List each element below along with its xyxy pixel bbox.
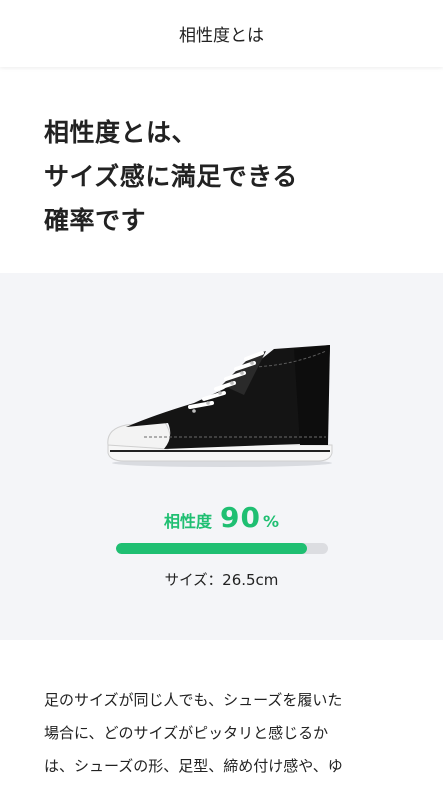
compat-rate: 相性度 90 % (0, 501, 443, 534)
description-text: 足のサイズが同じ人でも、シューズを履いた 場合に、どのサイズがピッタリと感じるか… (44, 684, 399, 783)
size-value: 26.5cm (222, 571, 279, 589)
description-line-2: 場合に、どのサイズがピッタリと感じるか (44, 724, 329, 742)
page-headline: 相性度とは、 サイズ感に満足できる 確率です (0, 67, 443, 235)
compat-progress-bar (116, 543, 328, 554)
description-line-3: は、シューズの形、足型、締め付け感や、ゆ (44, 757, 343, 775)
compat-unit: % (262, 512, 279, 531)
size-label: サイズ： (164, 573, 223, 589)
headline-line-2: サイズ感に満足できる (44, 162, 298, 191)
size-info: サイズ：26.5cm (0, 569, 443, 590)
app-header: 相性度とは (0, 0, 443, 67)
headline-line-3: 確率です (44, 206, 147, 235)
compat-panel: 相性度 90 % サイズ：26.5cm (0, 273, 443, 640)
headline-line-1: 相性度とは、 (44, 118, 198, 147)
compat-label: 相性度 (163, 512, 212, 531)
header-title: 相性度とは (179, 26, 264, 46)
compat-progress-fill (116, 543, 307, 554)
description-line-1: 足のサイズが同じ人でも、シューズを履いた (44, 691, 343, 709)
compat-value: 90 (220, 501, 261, 534)
high-top-sneaker-icon (107, 345, 333, 467)
